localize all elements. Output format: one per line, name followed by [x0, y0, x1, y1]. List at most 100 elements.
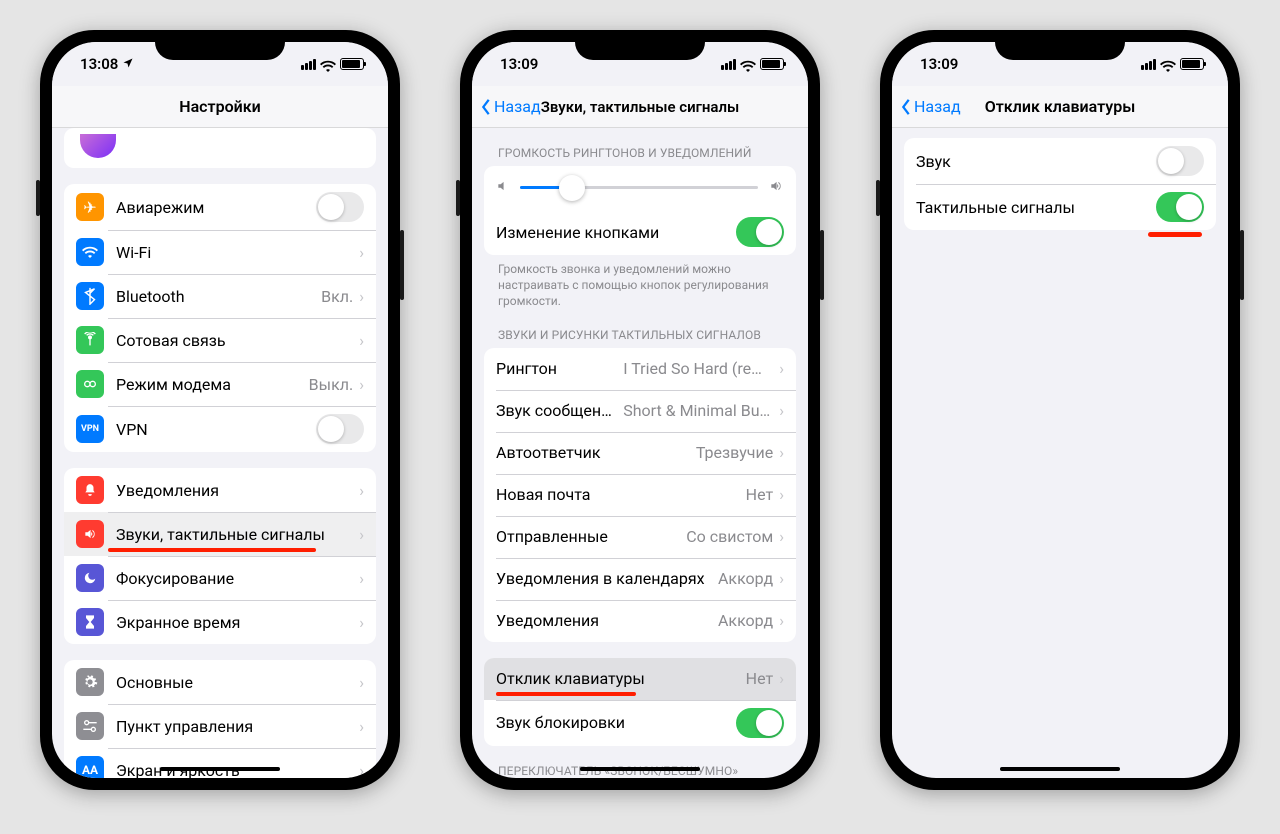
- avatar: [80, 134, 116, 158]
- row-reminder-alerts[interactable]: Уведомления Аккорд ›: [484, 600, 796, 642]
- wifi-icon: [1160, 58, 1176, 70]
- screen: 13:08 Настройки ✈︎ Авиар: [52, 42, 388, 778]
- row-airplane-mode[interactable]: ✈︎ Авиарежим: [64, 184, 376, 230]
- section-footer-volume: Громкость звонка и уведомлений можно нас…: [484, 255, 796, 310]
- row-screentime[interactable]: Экранное время ›: [64, 600, 376, 644]
- highlight-underline: [1148, 232, 1202, 237]
- antenna-icon: [76, 326, 104, 354]
- toggle-keyboard-haptic[interactable]: [1156, 192, 1204, 222]
- row-detail: Аккорд: [718, 569, 773, 588]
- notch: [155, 30, 285, 60]
- volume-slider-row: [484, 166, 796, 209]
- row-label: Wi-Fi: [116, 243, 353, 262]
- row-label: Звуки, тактильные сигналы: [116, 525, 353, 544]
- back-label: Назад: [914, 97, 961, 116]
- row-text-tone[interactable]: Звук сообщения Short & Minimal Busine...…: [484, 390, 796, 432]
- notch: [575, 30, 705, 60]
- highlight-underline: [108, 548, 316, 552]
- home-indicator[interactable]: [1000, 767, 1120, 771]
- page-title: Настройки: [179, 97, 261, 116]
- status-time: 13:09: [500, 55, 538, 73]
- row-cellular[interactable]: Сотовая связь ›: [64, 318, 376, 362]
- content-scroll[interactable]: Звук Тактильные сигналы: [892, 128, 1228, 778]
- volume-slider[interactable]: [520, 186, 758, 189]
- toggle-keyboard-sound[interactable]: [1156, 146, 1204, 176]
- toggle-vpn[interactable]: [316, 414, 364, 444]
- row-label: Тактильные сигналы: [916, 198, 1156, 217]
- row-label: Пункт управления: [116, 717, 353, 736]
- row-label: Bluetooth: [116, 287, 313, 306]
- vpn-icon: VPN: [76, 415, 104, 443]
- profile-card-partial[interactable]: [64, 128, 376, 168]
- back-button[interactable]: Назад: [900, 86, 961, 127]
- row-label: Уведомления: [116, 481, 353, 500]
- group-notifications: Уведомления › Звуки, тактильные сигналы …: [64, 468, 376, 644]
- row-label: Основные: [116, 673, 353, 692]
- row-vpn[interactable]: VPN VPN: [64, 406, 376, 452]
- screen: 13:09 Назад Звуки, тактильные сигналы ГР…: [472, 42, 808, 778]
- chevron-right-icon: ›: [359, 673, 364, 692]
- row-sounds-haptics[interactable]: Звуки, тактильные сигналы ›: [64, 512, 376, 556]
- row-notifications[interactable]: Уведомления ›: [64, 468, 376, 512]
- home-indicator[interactable]: [160, 767, 280, 771]
- row-lock-sound[interactable]: Звук блокировки: [484, 700, 796, 746]
- row-label: Фокусирование: [116, 569, 353, 588]
- row-detail: Выкл.: [309, 375, 354, 394]
- chevron-right-icon: ›: [779, 485, 784, 504]
- row-wifi[interactable]: Wi-Fi ›: [64, 230, 376, 274]
- row-new-mail[interactable]: Новая почта Нет ›: [484, 474, 796, 516]
- back-button[interactable]: Назад: [480, 86, 541, 127]
- bell-icon: [76, 476, 104, 504]
- section-header-volume: ГРОМКОСТЬ РИНГТОНОВ И УВЕДОМЛЕНИЙ: [484, 128, 796, 166]
- row-keyboard-feedback[interactable]: Отклик клавиатуры Нет ›: [484, 658, 796, 700]
- toggle-lock-sound[interactable]: [736, 708, 784, 738]
- chevron-right-icon: ›: [359, 717, 364, 736]
- gear-icon: [76, 668, 104, 696]
- row-label: Изменение кнопками: [496, 223, 736, 242]
- group-sounds: Рингтон I Tried So Hard (remix 2021) › З…: [484, 348, 796, 642]
- row-sound[interactable]: Звук: [904, 138, 1216, 184]
- row-label: Отклик клавиатуры: [496, 669, 738, 688]
- chevron-right-icon: ›: [359, 331, 364, 350]
- row-sent-mail[interactable]: Отправленные Со свистом ›: [484, 516, 796, 558]
- row-hotspot[interactable]: Режим модема Выкл. ›: [64, 362, 376, 406]
- row-voicemail[interactable]: Автоответчик Трезвучие ›: [484, 432, 796, 474]
- toggle-airplane[interactable]: [316, 192, 364, 222]
- hotspot-icon: [76, 370, 104, 398]
- phone-keyboard-feedback: 13:09 Назад Отклик клавиатуры Звук: [880, 30, 1240, 790]
- speaker-high-icon: [768, 178, 784, 197]
- row-display[interactable]: AA Экран и яркость ›: [64, 748, 376, 778]
- row-calendar-alerts[interactable]: Уведомления в календарях Аккорд ›: [484, 558, 796, 600]
- row-detail: Аккорд: [718, 611, 773, 630]
- cellular-icon: [1141, 59, 1156, 70]
- content-scroll[interactable]: ГРОМКОСТЬ РИНГТОНОВ И УВЕДОМЛЕНИЙ Измене…: [472, 128, 808, 778]
- nav-bar: Настройки: [52, 86, 388, 128]
- switches-icon: [76, 712, 104, 740]
- row-detail: Нет: [746, 485, 774, 504]
- row-label: Режим модема: [116, 375, 301, 394]
- home-indicator[interactable]: [580, 767, 700, 771]
- row-bluetooth[interactable]: Bluetooth Вкл. ›: [64, 274, 376, 318]
- toggle-change-with-buttons[interactable]: [736, 217, 784, 247]
- row-change-with-buttons[interactable]: Изменение кнопками: [484, 209, 796, 255]
- chevron-right-icon: ›: [359, 287, 364, 306]
- row-control-center[interactable]: Пункт управления ›: [64, 704, 376, 748]
- row-detail: Трезвучие: [696, 443, 773, 462]
- row-general[interactable]: Основные ›: [64, 660, 376, 704]
- row-haptic[interactable]: Тактильные сигналы: [904, 184, 1216, 230]
- content-scroll[interactable]: ✈︎ Авиарежим Wi-Fi › Bluetooth Вкл. ›: [52, 128, 388, 778]
- wifi-icon: [320, 58, 336, 70]
- row-detail: I Tried So Hard (remix 2021): [623, 359, 773, 378]
- row-label: Звук: [916, 152, 1156, 171]
- row-label: Автоответчик: [496, 443, 688, 462]
- page-title: Отклик клавиатуры: [985, 97, 1136, 116]
- nav-bar: Назад Отклик клавиатуры: [892, 86, 1228, 128]
- chevron-right-icon: ›: [779, 611, 784, 630]
- cellular-icon: [301, 59, 316, 70]
- row-ringtone[interactable]: Рингтон I Tried So Hard (remix 2021) ›: [484, 348, 796, 390]
- row-detail: Short & Minimal Busine...: [623, 401, 773, 420]
- battery-icon: [340, 58, 364, 70]
- row-focus[interactable]: Фокусирование ›: [64, 556, 376, 600]
- moon-icon: [76, 564, 104, 592]
- notch: [995, 30, 1125, 60]
